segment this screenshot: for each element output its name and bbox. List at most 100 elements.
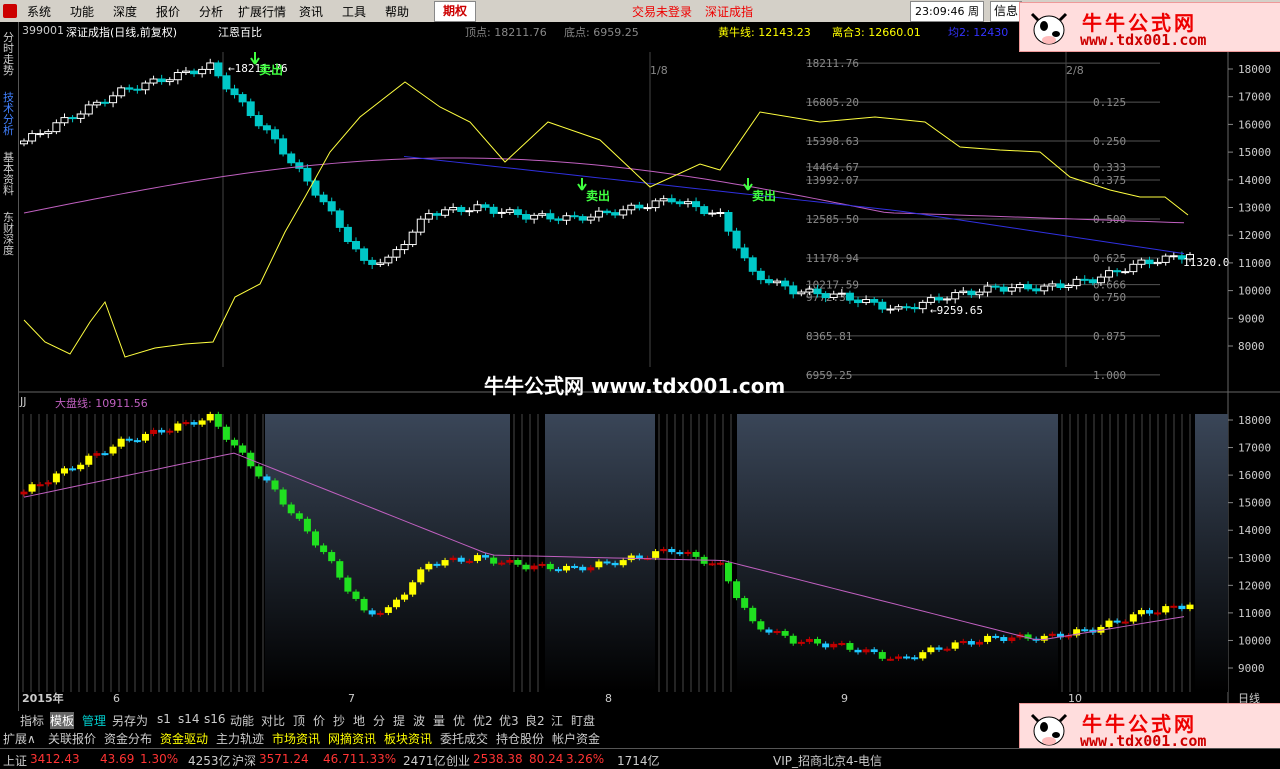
jj-bar — [150, 429, 158, 434]
peak-value: 18211.76 — [494, 26, 547, 39]
toolbar2-sector-news[interactable]: 板块资讯 — [384, 730, 432, 747]
candle-body — [392, 249, 401, 258]
toolbar-you3[interactable]: 优3 — [499, 712, 519, 729]
jj-bar — [336, 561, 344, 578]
toolbar-split[interactable]: 分 — [373, 712, 385, 729]
menu-analysis[interactable]: 分析 — [199, 3, 223, 20]
candle-body — [934, 297, 943, 301]
toolbar-wave[interactable]: 波 — [413, 712, 425, 729]
toolbar-you2[interactable]: 优2 — [473, 712, 493, 729]
toolbar-momentum[interactable]: 动能 — [230, 712, 254, 729]
toolbar2-related-quote[interactable]: 关联报价 — [48, 730, 96, 747]
sh-name[interactable]: 上证 — [3, 752, 27, 769]
toolbar2-digest-news[interactable]: 网摘资讯 — [328, 730, 376, 747]
toolbar-template[interactable]: 模板 — [50, 712, 75, 729]
candle-body — [570, 215, 579, 218]
main-axis-label: 17000 — [1238, 91, 1271, 104]
sh-pct: 1.30% — [140, 752, 179, 766]
menu-news[interactable]: 资讯 — [299, 3, 323, 20]
menu-quote[interactable]: 报价 — [156, 3, 180, 20]
toolbar-lift[interactable]: 提 — [393, 712, 405, 729]
toolbar2-account[interactable]: 帐户资金 — [552, 730, 600, 747]
jj-bar — [975, 641, 983, 645]
trade-status[interactable]: 交易未登录 — [632, 3, 692, 20]
hs-pct: 1.33% — [358, 752, 397, 766]
chart-area[interactable]: 18211.76 16805.20 0.125 15398.63 0.250 14464.… — [0, 22, 1280, 711]
toolbar-compare[interactable]: 对比 — [261, 712, 285, 729]
options-tab[interactable]: 期权 — [434, 1, 476, 22]
menu-help[interactable]: 帮助 — [385, 3, 409, 20]
menu-tools[interactable]: 工具 — [342, 3, 366, 20]
jj-bar — [239, 445, 247, 453]
candle-body — [837, 292, 846, 295]
jj-bar — [1137, 610, 1145, 615]
toolbar-you[interactable]: 优 — [453, 712, 465, 729]
toolbar2-fund-dist[interactable]: 资金分布 — [104, 730, 152, 747]
jj-bar — [911, 657, 919, 660]
sh-amount: 4253亿 — [188, 754, 231, 768]
highlight-zone — [510, 414, 545, 692]
jj-bar — [789, 635, 797, 644]
main-axis-label: 11000 — [1238, 257, 1271, 270]
sub-chart-name: JJ — [20, 395, 27, 408]
toolbar-manage[interactable]: 管理 — [82, 712, 106, 729]
jj-bar — [773, 631, 781, 634]
jj-bar — [684, 551, 692, 554]
main-axis-label: 13000 — [1238, 202, 1271, 215]
gann-ratio-label: 0.375 — [1093, 174, 1126, 187]
toolbar2-fund-drive[interactable]: 资金驱动 — [160, 730, 208, 747]
sub-axis-label: 10000 — [1238, 634, 1271, 647]
candle-body — [829, 293, 838, 299]
toolbar-copy[interactable]: 抄 — [333, 712, 345, 729]
jj-bar — [231, 439, 239, 446]
menu-depth[interactable]: 深度 — [113, 3, 137, 20]
toolbar-indicator[interactable]: 指标 — [20, 712, 44, 729]
candle-body — [635, 204, 644, 209]
menu-system[interactable]: 系统 — [27, 3, 51, 20]
candle-body — [1040, 285, 1049, 292]
jj-bar — [571, 565, 579, 568]
toolbar2-main-trace[interactable]: 主力轨迹 — [216, 730, 264, 747]
sub-axis-label: 9000 — [1238, 662, 1265, 675]
toolbar2-market-news[interactable]: 市场资讯 — [272, 730, 320, 747]
toolbar-top[interactable]: 顶 — [293, 712, 305, 729]
jj-bar — [951, 642, 959, 649]
jj-bar — [797, 641, 805, 644]
cy-name[interactable]: 创业 — [446, 752, 470, 769]
toolbar-watch[interactable]: 盯盘 — [571, 712, 595, 729]
candle-body — [449, 206, 458, 211]
jj-bar — [287, 504, 295, 514]
toolbar-s14[interactable]: s14 — [178, 712, 200, 726]
jj-bar — [635, 555, 643, 559]
jj-bar — [862, 649, 870, 653]
toolbar-s16[interactable]: s16 — [204, 712, 226, 726]
app-icon[interactable] — [3, 4, 17, 18]
toolbar2-positions[interactable]: 持仓股份 — [496, 730, 544, 747]
jj-bar — [465, 560, 473, 563]
dpx-label-text: 大盘线: — [55, 397, 92, 410]
candle-body — [190, 70, 199, 75]
toolbar-volume[interactable]: 量 — [433, 712, 445, 729]
jj-bar — [749, 607, 757, 622]
candle-body — [538, 213, 547, 216]
toolbar-s1[interactable]: s1 — [157, 712, 171, 726]
toolbar2-orders[interactable]: 委托成交 — [440, 730, 488, 747]
candle-body — [181, 70, 190, 74]
candle-body — [967, 290, 976, 296]
info-button[interactable]: 信息 — [990, 1, 1022, 22]
menu-extended[interactable]: 扩展行情 — [238, 3, 286, 20]
menu-function[interactable]: 功能 — [70, 3, 94, 20]
hs-name[interactable]: 沪深 — [232, 752, 256, 769]
toolbar-price[interactable]: 价 — [313, 712, 325, 729]
toolbar2-expand[interactable]: 扩展∧ — [3, 730, 36, 747]
server-name[interactable]: VIP_招商北京4-电信 — [773, 752, 882, 769]
candle-body — [1032, 288, 1041, 292]
toolbar-jiang[interactable]: 江 — [551, 712, 563, 729]
jj-bar — [708, 563, 716, 566]
x-axis-label: 2015年 — [22, 691, 64, 705]
toolbar-ground[interactable]: 地 — [353, 712, 365, 729]
toolbar-save-as[interactable]: 另存为 — [112, 712, 148, 729]
toolbar-liang2[interactable]: 良2 — [525, 712, 545, 729]
candle-body — [983, 285, 992, 293]
candle-body — [813, 288, 822, 295]
